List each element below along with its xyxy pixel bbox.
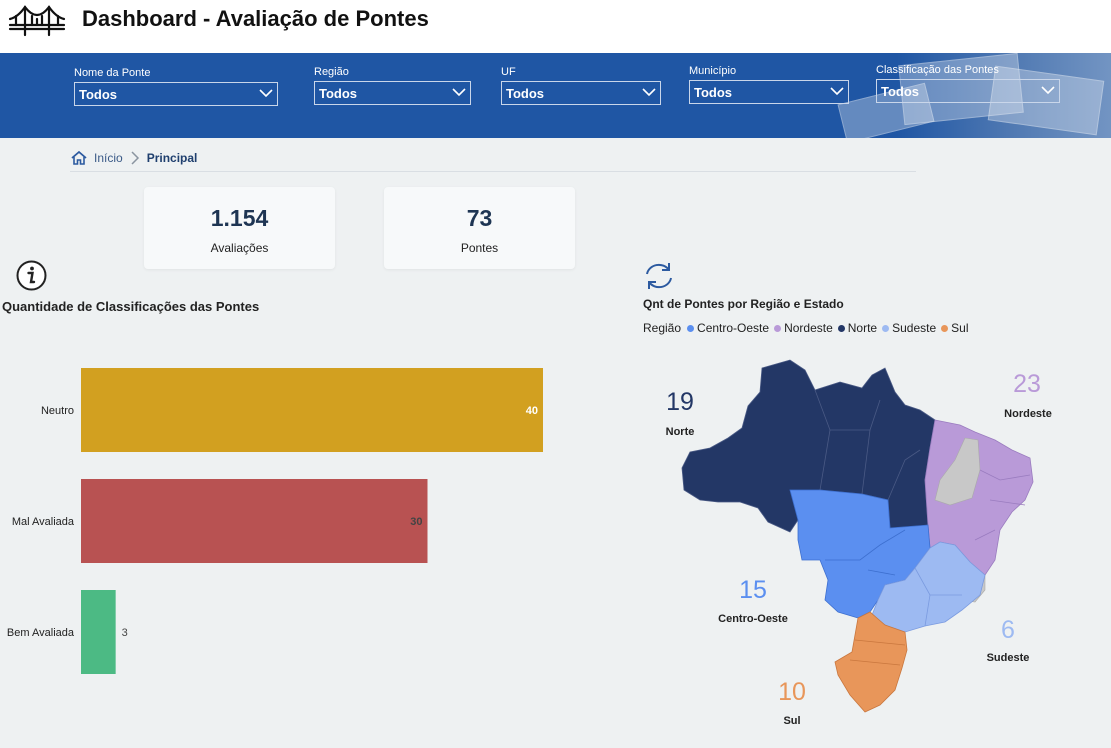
breadcrumb-current: Principal (146, 151, 198, 165)
legend-item-sul[interactable]: Sul (941, 321, 969, 335)
page-title: Dashboard - Avaliação de Pontes (82, 6, 429, 31)
category-label: Bem Avaliada (7, 627, 75, 639)
info-icon[interactable] (16, 260, 47, 291)
municipio-dropdown[interactable]: Todos (689, 80, 849, 104)
map-legend: Região Centro-Oeste Nordeste Norte Sudes… (643, 321, 974, 335)
kpi-card-pontes: 73 Pontes (384, 187, 575, 269)
filter-label: Classificação das Pontes (876, 64, 999, 76)
region-label-nordeste: Nordeste (1004, 408, 1052, 420)
dropdown-value: Todos (881, 84, 920, 99)
chevron-down-icon (830, 87, 844, 96)
kpi-label: Pontes (460, 241, 499, 255)
filter-label: Município (689, 65, 737, 77)
regiao-dropdown[interactable]: Todos (314, 81, 471, 105)
uf-dropdown[interactable]: Todos (501, 81, 661, 105)
legend-title: Região (643, 321, 682, 335)
chevron-down-icon (259, 89, 273, 98)
kpi-label: Avaliações (210, 241, 269, 255)
legend-item-sudeste[interactable]: Sudeste (882, 321, 936, 335)
filter-municipio: Município Todos (689, 65, 849, 104)
brazil-map (681, 359, 1034, 713)
classificacao-dropdown[interactable]: Todos (876, 79, 1060, 103)
data-label: 30 (410, 516, 422, 528)
region-value-sudeste: 6 (1001, 616, 1015, 644)
map-chart-title: Qnt de Pontes por Região e Estado (643, 297, 844, 311)
filter-label: Região (314, 66, 349, 78)
chevron-down-icon (1041, 86, 1055, 95)
dropdown-value: Todos (506, 86, 545, 101)
data-label: 3 (122, 627, 128, 639)
kpi-value: 73 (466, 205, 493, 231)
region-label-sul: Sul (783, 715, 801, 727)
refresh-icon[interactable] (642, 260, 676, 292)
header: Dashboard - Avaliação de Pontes (0, 0, 1111, 53)
filter-panel: Nome da Ponte Todos Região Todos UF Todo… (0, 53, 1111, 138)
classification-bar-chart: Neutro 40 Mal Avaliada 30 Bem Avaliada 3 (7, 368, 543, 674)
category-label: Neutro (41, 405, 74, 417)
filter-label: Nome da Ponte (74, 67, 151, 79)
region-value-nordeste: 23 (1013, 370, 1041, 398)
kpi-card-avaliacoes: 1.154 Avaliações (144, 187, 335, 269)
chevron-right-icon (131, 151, 139, 165)
breadcrumb: Início Principal (70, 148, 197, 168)
nome-da-ponte-dropdown[interactable]: Todos (74, 82, 278, 106)
dropdown-value: Todos (694, 85, 733, 100)
region-value-sul: 10 (778, 678, 806, 706)
kpi-value: 1.154 (210, 205, 269, 231)
legend-item-nordeste[interactable]: Nordeste (774, 321, 833, 335)
bridge-icon (8, 5, 66, 37)
filter-nome-da-ponte: Nome da Ponte Todos (74, 67, 278, 106)
home-icon[interactable] (70, 150, 88, 166)
bar-neutro[interactable] (81, 368, 543, 452)
chevron-down-icon (642, 88, 656, 97)
breadcrumb-home-link[interactable]: Início (94, 151, 123, 165)
bar-bem-avaliada[interactable] (81, 590, 116, 674)
divider (70, 171, 916, 172)
legend-item-centro-oeste[interactable]: Centro-Oeste (687, 321, 769, 335)
category-label: Mal Avaliada (12, 516, 75, 528)
data-label: 40 (526, 405, 538, 417)
legend-item-norte[interactable]: Norte (837, 321, 877, 335)
bar-mal-avaliada[interactable] (81, 479, 428, 563)
dropdown-value: Todos (79, 87, 118, 102)
dropdown-value: Todos (319, 86, 358, 101)
filter-regiao: Região Todos (314, 66, 471, 105)
region-label-sudeste: Sudeste (986, 652, 1030, 664)
region-value-centro-oeste: 15 (739, 576, 767, 604)
filter-classificacao: Classificação das Pontes Todos (876, 64, 1060, 103)
region-label-centro-oeste: Centro-Oeste (718, 613, 788, 625)
filter-label: UF (501, 66, 516, 78)
region-value-norte: 19 (666, 388, 694, 416)
filter-uf: UF Todos (501, 66, 661, 105)
chevron-down-icon (452, 88, 466, 97)
bar-chart-title: Quantidade de Classificações das Pontes (2, 299, 260, 314)
region-label-norte: Norte (665, 426, 695, 438)
